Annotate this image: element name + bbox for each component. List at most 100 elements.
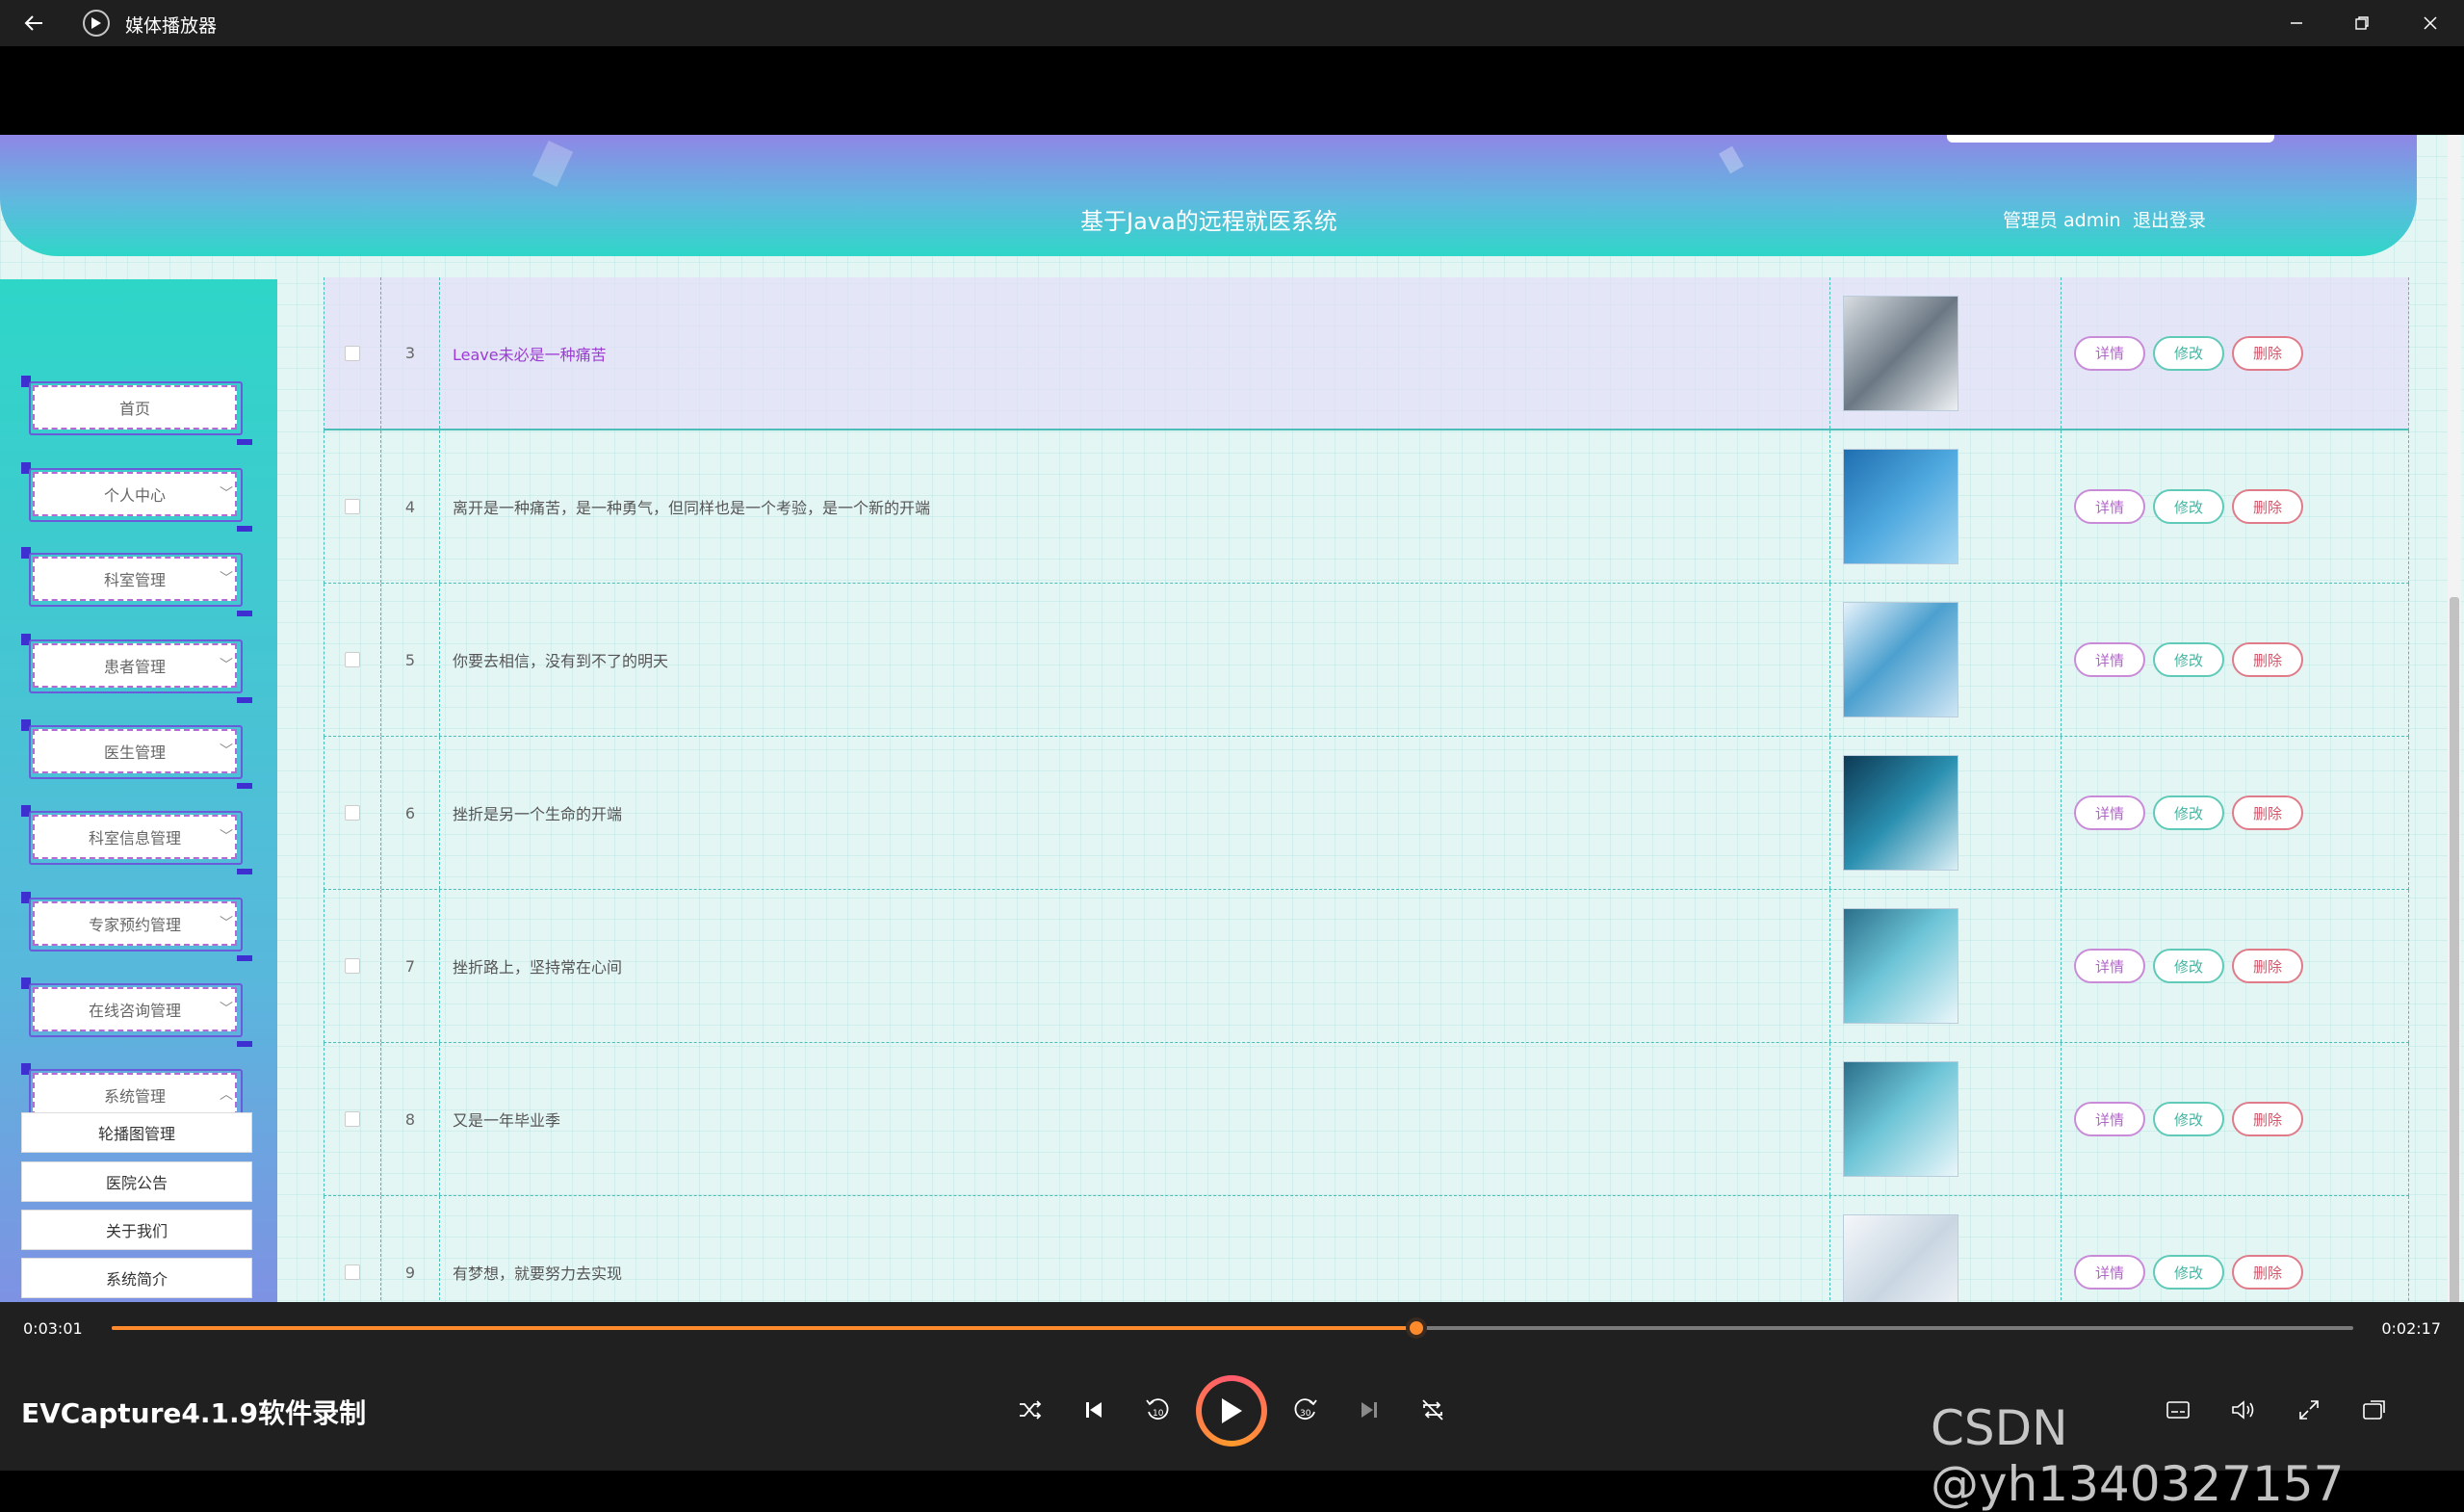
sidebar-subitem[interactable]: 系统简介 (21, 1258, 252, 1298)
row-checkbox[interactable] (345, 1111, 360, 1127)
rewind-10-button[interactable]: 10 (1138, 1391, 1177, 1429)
repeat-off-button[interactable] (1414, 1391, 1452, 1429)
delete-button[interactable]: 删除 (2232, 1102, 2303, 1136)
sidebar-menu-item[interactable]: 科室管理 ﹀ (21, 547, 252, 616)
back-button[interactable] (19, 10, 48, 37)
sidebar-menu-label: 个人中心 (103, 486, 166, 505)
detail-button[interactable]: 详情 (2074, 795, 2145, 830)
sidebar-menu-item[interactable]: 在线咨询管理 ﹀ (21, 978, 252, 1047)
edit-button[interactable]: 修改 (2153, 1102, 2224, 1136)
delete-button[interactable]: 删除 (2232, 642, 2303, 677)
detail-button[interactable]: 详情 (2074, 642, 2145, 677)
table-row[interactable]: 8 又是一年毕业季 详情 修改 删除 (324, 1043, 2409, 1196)
chevron-down-icon: ﹀ (220, 571, 233, 587)
delete-button[interactable]: 删除 (2232, 489, 2303, 524)
video-frame: 3 Leave未必是一种痛苦 详情 修改 删除 4 离开是一种痛苦，是一种勇气，但同样也是一… (0, 46, 2464, 1305)
minimize-icon (2291, 22, 2302, 24)
edit-button[interactable]: 修改 (2153, 642, 2224, 677)
restore-button[interactable] (2340, 8, 2384, 39)
arrow-left-icon (24, 15, 42, 31)
sidebar-menu-item[interactable]: 科室信息管理 ﹀ (21, 805, 252, 874)
delete-button[interactable]: 删除 (2232, 795, 2303, 830)
seek-bar[interactable] (112, 1317, 2353, 1339)
window-title: 媒体播放器 (125, 15, 218, 37)
edit-button[interactable]: 修改 (2153, 949, 2224, 983)
skip-previous-icon (1086, 1402, 1102, 1418)
robot-surgery-image (1843, 295, 1958, 411)
row-index: 3 (381, 277, 440, 429)
sidebar-menu-item[interactable]: 医生管理 ﹀ (21, 719, 252, 789)
sidebar-menu-item[interactable]: 个人中心 ﹀ (21, 462, 252, 532)
row-index: 6 (381, 737, 440, 889)
row-checkbox[interactable] (345, 499, 360, 514)
sidebar-subitem[interactable]: 医院公告 (21, 1161, 252, 1202)
play-button[interactable] (1196, 1375, 1267, 1447)
row-checkbox[interactable] (345, 805, 360, 821)
row-index: 4 (381, 430, 440, 583)
close-button[interactable] (2408, 8, 2452, 39)
row-title: 又是一年毕业季 (440, 1043, 1830, 1195)
window-titlebar: 媒体播放器 (0, 0, 2464, 46)
chevron-down-icon: ﹀ (220, 743, 233, 759)
row-index: 7 (381, 890, 440, 1042)
forward-30-button[interactable]: 30 (1286, 1391, 1325, 1429)
stethoscope-icons-image (1843, 1214, 1958, 1305)
seek-bar-fill (112, 1326, 1416, 1330)
edit-button[interactable]: 修改 (2153, 795, 2224, 830)
sidebar-menu-label: 科室管理 (103, 571, 166, 589)
seek-bar-area: 0:03:01 0:02:17 (0, 1302, 2464, 1350)
sidebar-menu-item[interactable]: 首页 (21, 376, 252, 445)
seek-handle[interactable] (1405, 1317, 1427, 1339)
chevron-down-icon: ﹀ (220, 658, 233, 673)
previous-button[interactable] (1075, 1391, 1113, 1429)
table-row[interactable]: 7 挫折路上，坚持常在心间 详情 修改 删除 (324, 890, 2409, 1043)
shuffle-button[interactable] (1011, 1391, 1050, 1429)
row-index: 8 (381, 1043, 440, 1195)
sidebar-subitem[interactable]: 轮播图管理 (21, 1112, 252, 1153)
web-app-screen: 3 Leave未必是一种痛苦 详情 修改 删除 4 离开是一种痛苦，是一种勇气，但同样也是一… (0, 135, 2464, 1305)
detail-button[interactable]: 详情 (2074, 489, 2145, 524)
delete-button[interactable]: 删除 (2232, 335, 2303, 371)
table-row[interactable]: 9 有梦想，就要努力去实现 详情 修改 删除 (324, 1196, 2409, 1305)
sidebar-menu-item[interactable]: 患者管理 ﹀ (21, 634, 252, 703)
close-icon (2424, 16, 2437, 30)
app-title: 基于Java的远程就医系统 (1080, 208, 1337, 235)
shuffle-icon (1020, 1400, 1042, 1420)
detail-button[interactable]: 详情 (2074, 335, 2145, 371)
detail-button[interactable]: 详情 (2074, 1255, 2145, 1290)
table-row[interactable]: 5 你要去相信，没有到不了的明天 详情 修改 删除 (324, 584, 2409, 737)
edit-button[interactable]: 修改 (2153, 1255, 2224, 1290)
edit-button[interactable]: 修改 (2153, 489, 2224, 524)
edit-button[interactable]: 修改 (2153, 335, 2224, 371)
table-row[interactable]: 4 离开是一种痛苦，是一种勇气，但同样也是一个考验，是一个新的开端 详情 修改 删除 (324, 430, 2409, 584)
row-checkbox[interactable] (345, 1264, 360, 1280)
sidebar-menu-item[interactable]: 专家预约管理 ﹀ (21, 892, 252, 961)
minimize-button[interactable] (2274, 8, 2319, 39)
chevron-up-icon: ︿ (220, 1087, 233, 1103)
sidebar-menu-label: 科室信息管理 (88, 829, 181, 847)
doctor-tablet-image (1843, 602, 1958, 717)
row-title: 你要去相信，没有到不了的明天 (440, 584, 1830, 736)
sidebar-menu-label: 专家预约管理 (88, 916, 181, 934)
remaining-time: 0:02:17 (2381, 1319, 2441, 1338)
sidebar-menu-label: 医生管理 (103, 743, 166, 762)
row-checkbox[interactable] (345, 345, 360, 361)
delete-button[interactable]: 删除 (2232, 1255, 2303, 1290)
table-row[interactable]: 3 Leave未必是一种痛苦 详情 修改 删除 (324, 277, 2409, 430)
detail-button[interactable]: 详情 (2074, 1102, 2145, 1136)
sidebar-menu-label: 系统管理 (103, 1087, 166, 1106)
delete-button[interactable]: 删除 (2232, 949, 2303, 983)
media-title: EVCapture4.1.9软件录制 (21, 1397, 367, 1429)
row-checkbox[interactable] (345, 958, 360, 974)
csdn-watermark: CSDN @yh1340327157 (1931, 1400, 2345, 1512)
scrollbar-thumb[interactable] (2450, 597, 2459, 1305)
table-row[interactable]: 6 挫折是另一个生命的开端 详情 修改 删除 (324, 737, 2409, 890)
svg-text:30: 30 (1300, 1409, 1311, 1419)
detail-button[interactable]: 详情 (2074, 949, 2145, 983)
chevron-down-icon: ﹀ (220, 916, 233, 931)
next-button[interactable] (1350, 1391, 1388, 1429)
row-checkbox[interactable] (345, 652, 360, 667)
logout-link[interactable]: 退出登录 (2133, 206, 2206, 232)
row-title: 挫折是另一个生命的开端 (440, 737, 1830, 889)
sidebar-subitem[interactable]: 关于我们 (21, 1210, 252, 1250)
